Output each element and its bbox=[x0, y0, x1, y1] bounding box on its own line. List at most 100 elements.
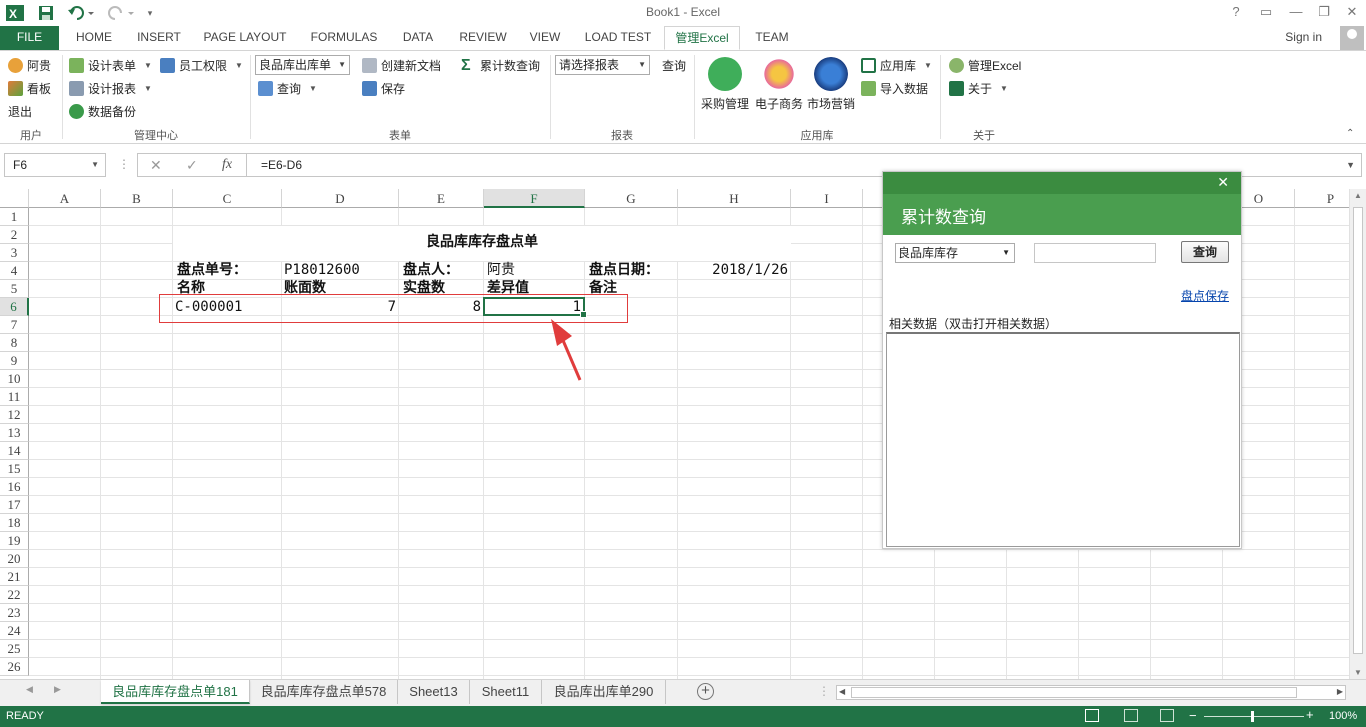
sheet-tab-4[interactable]: Sheet11 bbox=[470, 680, 542, 704]
row-header[interactable]: 12 bbox=[0, 406, 29, 424]
ribbon-display-icon[interactable]: ▭ bbox=[1251, 2, 1281, 22]
cell-h4[interactable]: 2018/1/26 bbox=[678, 261, 788, 279]
row-header[interactable]: 9 bbox=[0, 352, 29, 370]
normal-view-icon[interactable] bbox=[1085, 709, 1099, 722]
column-header[interactable]: I bbox=[791, 189, 863, 208]
row-header[interactable]: 4 bbox=[0, 262, 29, 280]
purchase-management-button[interactable]: 采购管理 bbox=[697, 57, 753, 112]
scroll-left-icon[interactable]: ◀ bbox=[839, 687, 845, 696]
report-select[interactable]: 请选择报表 ▼ bbox=[555, 55, 650, 75]
design-report-button[interactable]: 设计报表 ▼ bbox=[69, 78, 152, 98]
sheet-title[interactable]: 良品库库存盘点单 bbox=[173, 233, 791, 251]
marketing-button[interactable]: 市场营销 bbox=[803, 57, 859, 112]
row-header[interactable]: 26 bbox=[0, 658, 29, 676]
row-header[interactable]: 6 bbox=[0, 298, 29, 316]
row-header[interactable]: 25 bbox=[0, 640, 29, 658]
enter-icon[interactable]: ✓ bbox=[186, 157, 198, 174]
save-form-button[interactable]: 保存 bbox=[362, 78, 405, 98]
row-header[interactable]: 20 bbox=[0, 550, 29, 568]
scroll-thumb[interactable] bbox=[1353, 207, 1363, 654]
tab-view[interactable]: VIEW bbox=[522, 26, 568, 50]
scroll-up-icon[interactable]: ▲ bbox=[1354, 191, 1362, 200]
data-backup-button[interactable]: 数据备份 bbox=[69, 101, 136, 121]
row-header[interactable]: 18 bbox=[0, 514, 29, 532]
row-header[interactable]: 19 bbox=[0, 532, 29, 550]
import-data-button[interactable]: 导入数据 bbox=[861, 78, 928, 98]
scroll-right-icon[interactable]: ▶ bbox=[54, 684, 61, 695]
name-box[interactable]: F6 ▼ bbox=[4, 153, 106, 177]
select-all-corner[interactable] bbox=[0, 189, 29, 208]
cumulative-query-button[interactable]: Σ 累计数查询 bbox=[461, 55, 540, 75]
panel-search-input[interactable] bbox=[1034, 243, 1156, 263]
page-break-view-icon[interactable] bbox=[1160, 709, 1174, 722]
tab-team[interactable]: TEAM bbox=[748, 26, 796, 50]
sheet-tab-3[interactable]: Sheet13 bbox=[398, 680, 470, 704]
cell-c4[interactable]: 盘点单号： bbox=[177, 261, 247, 279]
insert-function-icon[interactable]: fx bbox=[222, 157, 232, 173]
tab-page-layout[interactable]: PAGE LAYOUT bbox=[196, 26, 294, 50]
column-header[interactable]: P bbox=[1295, 189, 1349, 208]
tab-review[interactable]: REVIEW bbox=[452, 26, 514, 50]
about-button[interactable]: 关于 ▼ bbox=[949, 78, 1008, 98]
board-button[interactable]: 看板 bbox=[8, 78, 51, 98]
zoom-slider[interactable] bbox=[1204, 716, 1304, 717]
row-header[interactable]: 22 bbox=[0, 586, 29, 604]
manage-excel-button[interactable]: 管理Excel bbox=[949, 55, 1021, 75]
tab-file[interactable]: FILE bbox=[0, 26, 59, 50]
cell-f4[interactable]: 阿贵 bbox=[487, 261, 515, 279]
report-query-button[interactable]: 查询 bbox=[662, 55, 686, 75]
column-header[interactable]: G bbox=[585, 189, 678, 208]
column-header[interactable]: C bbox=[173, 189, 282, 208]
vertical-scrollbar[interactable]: ▲ ▼ bbox=[1349, 189, 1366, 679]
row-header[interactable]: 8 bbox=[0, 334, 29, 352]
cell-d4[interactable]: P18012600 bbox=[284, 261, 360, 279]
avatar[interactable] bbox=[1340, 26, 1364, 50]
close-icon[interactable]: ✕ bbox=[1217, 174, 1229, 191]
restore-icon[interactable]: ❐ bbox=[1309, 2, 1339, 22]
row-header[interactable]: 2 bbox=[0, 226, 29, 244]
close-icon[interactable]: ✕ bbox=[1337, 2, 1366, 22]
tab-insert[interactable]: INSERT bbox=[130, 26, 188, 50]
tab-formulas[interactable]: FORMULAS bbox=[302, 26, 386, 50]
page-layout-view-icon[interactable] bbox=[1124, 709, 1138, 722]
staff-permission-button[interactable]: 员工权限 ▼ bbox=[160, 55, 243, 75]
ecommerce-button[interactable]: 电子商务 bbox=[751, 57, 807, 112]
form-query-button[interactable]: 查询 ▼ bbox=[258, 78, 317, 98]
user-button[interactable]: 阿贵 bbox=[8, 55, 51, 75]
sign-in-link[interactable]: Sign in bbox=[1285, 30, 1322, 44]
tab-data[interactable]: DATA bbox=[394, 26, 442, 50]
scroll-right-icon[interactable]: ▶ bbox=[1337, 687, 1343, 696]
sheet-tab-1[interactable]: 良品库库存盘点单181 bbox=[101, 680, 250, 704]
row-header[interactable]: 7 bbox=[0, 316, 29, 334]
row-header[interactable]: 3 bbox=[0, 244, 29, 262]
column-header[interactable]: H bbox=[678, 189, 791, 208]
design-form-button[interactable]: 设计表单 ▼ bbox=[69, 55, 152, 75]
form-select[interactable]: 良品库出库单 ▼ bbox=[255, 55, 350, 75]
column-header[interactable]: D bbox=[282, 189, 399, 208]
minimize-icon[interactable]: — bbox=[1281, 2, 1311, 22]
panel-query-button[interactable]: 查询 bbox=[1181, 241, 1229, 263]
collapse-ribbon-icon[interactable]: ⌃ bbox=[1346, 123, 1354, 143]
hscroll-thumb[interactable] bbox=[851, 687, 1297, 698]
column-header[interactable]: F bbox=[484, 189, 585, 208]
row-header[interactable]: 23 bbox=[0, 604, 29, 622]
cancel-icon[interactable]: ✕ bbox=[150, 157, 162, 174]
inventory-save-link[interactable]: 盘点保存 bbox=[1181, 287, 1229, 304]
zoom-slider-handle[interactable] bbox=[1251, 711, 1254, 722]
scroll-left-icon[interactable]: ◀ bbox=[26, 684, 33, 695]
column-header[interactable]: B bbox=[101, 189, 173, 208]
row-header[interactable]: 1 bbox=[0, 208, 29, 226]
row-header[interactable]: 21 bbox=[0, 568, 29, 586]
horizontal-scrollbar[interactable]: ◀ ▶ bbox=[836, 685, 1346, 700]
cell-g4[interactable]: 盘点日期： bbox=[589, 261, 659, 279]
scroll-down-icon[interactable]: ▼ bbox=[1354, 668, 1362, 677]
row-header[interactable]: 10 bbox=[0, 370, 29, 388]
add-sheet-icon[interactable]: + bbox=[697, 683, 714, 700]
logout-button[interactable]: 退出 bbox=[8, 101, 32, 121]
zoom-level[interactable]: 100% bbox=[1329, 710, 1357, 722]
column-header[interactable]: A bbox=[29, 189, 101, 208]
row-header[interactable]: 17 bbox=[0, 496, 29, 514]
tab-home[interactable]: HOME bbox=[66, 26, 122, 50]
row-header[interactable]: 14 bbox=[0, 442, 29, 460]
app-store-button[interactable]: 应用库 ▼ bbox=[861, 55, 932, 75]
